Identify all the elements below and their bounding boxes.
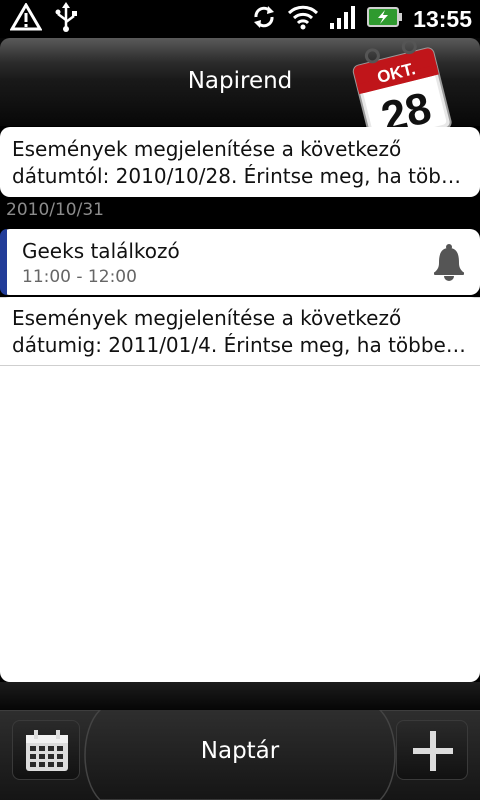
bottom-bar: Naptár: [0, 682, 480, 800]
sync-icon: [251, 4, 277, 34]
event-time: 11:00 - 12:00: [22, 267, 137, 287]
event-color-bar: [0, 229, 7, 295]
event-list-item[interactable]: Geeks találkozó 11:00 - 12:00: [0, 229, 480, 295]
card-divider: [0, 365, 480, 366]
add-event-button[interactable]: [396, 720, 468, 780]
date-section-header: 2010/10/31: [6, 200, 104, 220]
status-bar: 13:55: [0, 0, 480, 38]
show-events-until-card[interactable]: Események megjelenítése a következő dátu…: [0, 297, 480, 365]
card-from-line2: dátumtól: 2010/10/28. Érintse meg, ha tö…: [12, 164, 468, 188]
show-events-from-card[interactable]: Események megjelenítése a következő dátu…: [0, 127, 480, 197]
card-until-line2: dátumig: 2011/01/4. Érintse meg, ha több…: [12, 333, 468, 357]
plus-icon: [411, 729, 455, 777]
bell-icon: [432, 243, 466, 281]
wifi-icon: [287, 4, 319, 34]
card-from-line1: Események megjelenítése a következő: [12, 137, 402, 161]
battery-icon: [367, 7, 403, 31]
event-title: Geeks találkozó: [22, 239, 180, 263]
status-time: 13:55: [413, 5, 472, 32]
card-until-line1: Események megjelenítése a következő: [12, 306, 402, 330]
usb-icon: [54, 2, 78, 36]
signal-icon: [329, 5, 357, 33]
warning-icon: [9, 2, 43, 35]
